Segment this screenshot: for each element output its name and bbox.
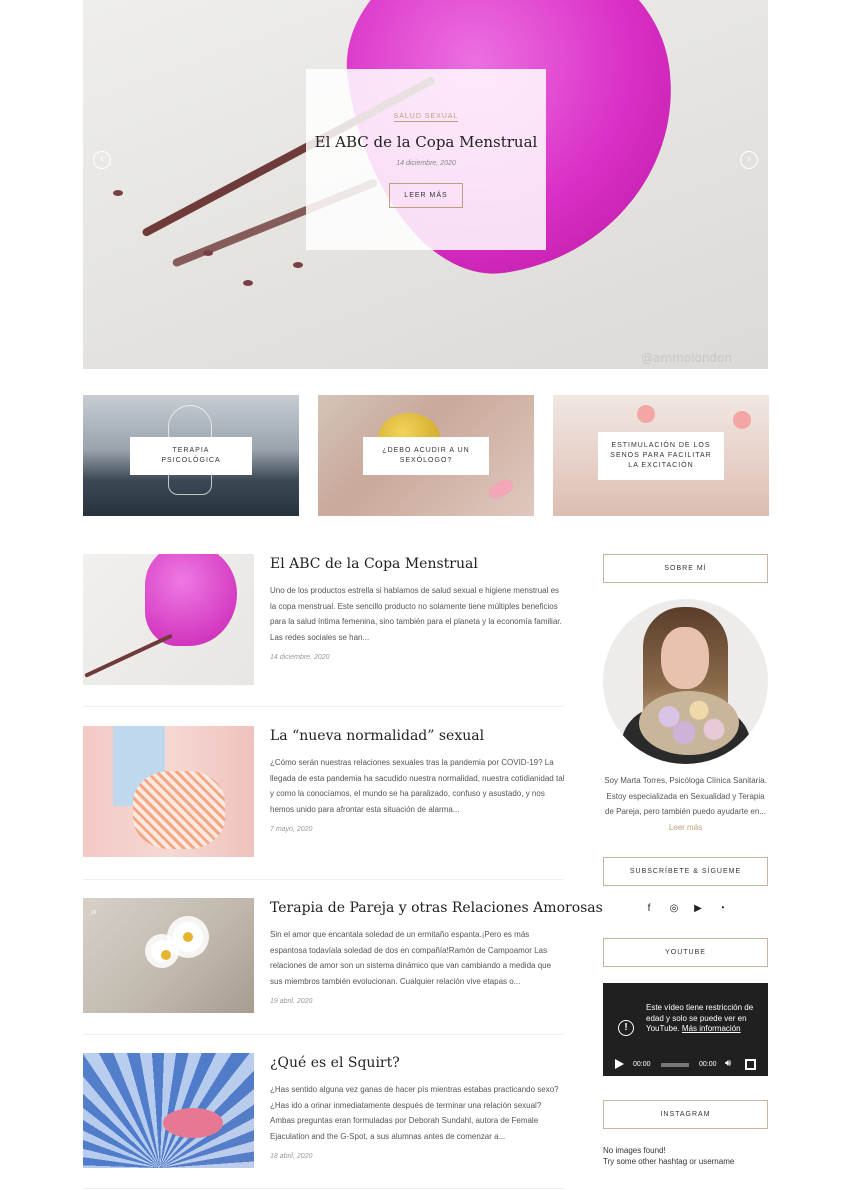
video-message: Este vídeo tiene restricción de edad y s… — [646, 1003, 762, 1035]
post-divider — [83, 1188, 563, 1189]
avatar — [603, 599, 768, 764]
instagram-empty-text: No images found! — [603, 1146, 666, 1155]
chevron-left-icon[interactable]: ‹ — [93, 151, 111, 169]
hero-date: 14 diciembre, 2020 — [396, 160, 456, 167]
post-excerpt: ¿Has sentido alguna vez ganas de hacer p… — [270, 1085, 559, 1141]
about-bio: Soy Marta Torres, Psicóloga Clínica Sani… — [603, 773, 768, 835]
flower-bud-image — [203, 250, 213, 256]
about-read-more-link[interactable]: Leer más — [669, 823, 702, 832]
hero-title[interactable]: El ABC de la Copa Menstrual — [306, 133, 546, 151]
total-time: 00:00 — [699, 1061, 717, 1068]
instagram-icon[interactable]: ◎ — [668, 903, 680, 915]
post-date: 14 diciembre, 2020 — [270, 654, 330, 661]
post-date: 18 abril, 2020 — [270, 1153, 313, 1160]
post-excerpt: ¿Cómo serán nuestras relaciones sexuales… — [270, 758, 565, 814]
more-info-link[interactable]: Más información — [682, 1024, 741, 1033]
nail-image — [486, 476, 516, 502]
volume-icon[interactable]: 🔊︎ — [725, 1059, 731, 1069]
flower-stem-image — [84, 633, 173, 678]
daisy-image — [173, 922, 203, 952]
net-bag-image — [133, 771, 225, 849]
read-more-button[interactable]: LEER MÁS — [389, 183, 463, 208]
promo-label[interactable]: ¿DEBO ACUDIR A UN SEXÓLOGO? — [363, 436, 489, 475]
about-widget-title: SOBRE MÍ — [603, 554, 768, 583]
flower-bud-image — [293, 262, 303, 268]
promo-tile-therapy[interactable]: TERAPIA PSICOLÓGICA — [83, 395, 299, 516]
post-excerpt: Uno de los productos estrella si hablamo… — [270, 586, 562, 642]
post-date: 7 mayo, 2020 — [270, 826, 313, 833]
fullscreen-icon[interactable] — [745, 1059, 756, 1070]
post-divider — [83, 706, 563, 707]
post-title[interactable]: Terapia de Pareja y otras Relaciones Amo… — [270, 900, 603, 916]
menstrual-cup-image — [145, 554, 237, 646]
promo-label[interactable]: ESTIMULACIÓN DE LOS SENOS PARA FACILITAR… — [598, 431, 724, 480]
fan-image — [83, 1053, 254, 1168]
youtube-icon[interactable]: ▶ — [692, 903, 704, 915]
post-thumbnail[interactable] — [83, 1053, 254, 1168]
bouquet-image — [639, 691, 739, 755]
play-icon[interactable] — [615, 1059, 624, 1069]
flower-image — [637, 405, 655, 423]
daisy-image — [151, 940, 173, 962]
hero-slider: @ammolondon ‹ › SALUD SEXUAL El ABC de l… — [83, 0, 768, 369]
promo-tile-stimulation[interactable]: ESTIMULACIÓN DE LOS SENOS PARA FACILITAR… — [553, 395, 769, 516]
about-bio-text: Soy Marta Torres, Psicóloga Clínica Sani… — [604, 776, 767, 816]
image-watermark: @ammolondon — [641, 351, 732, 365]
post-thumbnail[interactable]: ⌕ — [83, 898, 254, 1013]
promo-label[interactable]: TERAPIA PSICOLÓGICA — [130, 436, 252, 475]
post-date: 19 abril, 2020 — [270, 998, 313, 1005]
flower-bud-image — [243, 280, 253, 286]
post-title[interactable]: La “nueva normalidad” sexual — [270, 728, 484, 744]
chevron-right-icon[interactable]: › — [740, 151, 758, 169]
youtube-video-player[interactable]: ! Este vídeo tiene restricción de edad y… — [603, 983, 768, 1076]
youtube-widget-title: YOUTUBE — [603, 938, 768, 967]
instagram-hint-text: Try some other hashtag or username — [603, 1156, 735, 1166]
post-title[interactable]: ¿Qué es el Squirt? — [270, 1055, 400, 1071]
hero-category[interactable]: SALUD SEXUAL — [393, 113, 459, 122]
post-thumbnail[interactable] — [83, 554, 254, 685]
social-widget-title: SUBSCRÍBETE & SÍGUEME — [603, 857, 768, 886]
post-divider — [83, 1034, 563, 1035]
instagram-message: No images found! Try some other hashtag … — [603, 1146, 734, 1167]
hero-card: SALUD SEXUAL El ABC de la Copa Menstrual… — [306, 69, 546, 250]
post-divider — [83, 879, 563, 880]
post-thumbnail[interactable] — [83, 726, 254, 857]
progress-bar[interactable] — [661, 1063, 689, 1067]
current-time: 00:00 — [633, 1061, 651, 1068]
warning-icon: ! — [618, 1020, 634, 1036]
rss-icon[interactable]: ◔ — [716, 903, 728, 915]
promo-tile-sexologist[interactable]: ¿DEBO ACUDIR A UN SEXÓLOGO? — [318, 395, 534, 516]
post-title[interactable]: El ABC de la Copa Menstrual — [270, 556, 478, 572]
flower-image — [733, 411, 751, 429]
dress-image — [163, 1108, 223, 1138]
instagram-widget-title: INSTAGRAM — [603, 1100, 768, 1129]
flower-bud-image — [113, 190, 123, 196]
post-excerpt: Sin el amor que encantala soledad de un … — [270, 930, 552, 986]
video-controls: 00:00 00:00 🔊︎ — [603, 1054, 768, 1076]
search-icon[interactable]: ⌕ — [91, 906, 103, 918]
facebook-icon[interactable]: f — [643, 903, 655, 915]
face-shape — [661, 627, 709, 689]
